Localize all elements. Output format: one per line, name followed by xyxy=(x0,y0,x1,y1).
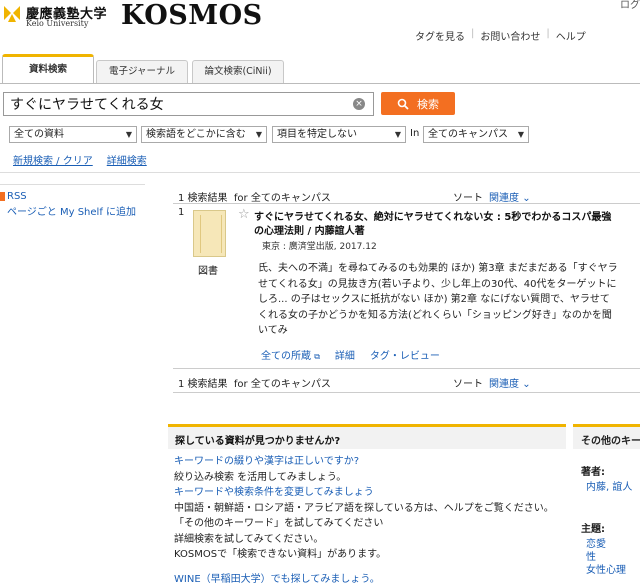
all-holdings-link[interactable]: 全ての所蔵 ⧉ xyxy=(261,347,320,362)
new-search-clear-link[interactable]: 新規検索 / クリア xyxy=(13,152,93,167)
other-keywords-heading: その他のキーワード xyxy=(573,427,640,449)
material-type-select[interactable]: 全ての資料 ▼ xyxy=(9,126,137,143)
contact-link[interactable]: お問い合わせ xyxy=(480,28,540,43)
rss-icon xyxy=(0,191,5,201)
help-other-keywords-text: 「その他のキーワード」を試してみてください xyxy=(174,518,384,529)
field-value: 項目を特定しない xyxy=(277,129,357,140)
result-actions: 全ての所蔵 ⧉ 詳細 タグ・レビュー xyxy=(261,347,440,362)
left-divider xyxy=(0,184,145,185)
results-summary: 1 検索結果 for 全てのキャンパス xyxy=(178,189,331,204)
sort-value-text: 関連度 xyxy=(489,379,519,390)
separator: | xyxy=(471,28,475,39)
help-wine-link[interactable]: WINE（早稲田大学）でも探してみましょう。 xyxy=(174,572,564,584)
details-link[interactable]: 詳細 xyxy=(335,347,355,362)
result-number: 1 xyxy=(178,207,185,218)
match-type-select[interactable]: 検索語をどこかに含む ▼ xyxy=(141,126,267,143)
login-link[interactable]: ログ xyxy=(620,0,640,11)
chevron-down-icon: ▼ xyxy=(125,130,132,139)
result-publisher: 東京 : 廣済堂出版, 2017.12 xyxy=(262,242,377,252)
separator: | xyxy=(546,28,550,39)
external-link-icon: ⧉ xyxy=(314,352,320,361)
view-tags-link[interactable]: タグを見る xyxy=(415,28,465,43)
search-input[interactable]: すぐにヤラせてくれる女 × xyxy=(3,92,374,116)
rss-label: RSS xyxy=(7,191,27,202)
author-keyword-link[interactable]: 内藤, 誼人 xyxy=(586,478,632,493)
help-advanced-search-text[interactable]: 詳細検索を試してみてください。 xyxy=(174,532,564,548)
help-refine-text[interactable]: 絞り込み検索 を活用してみましょう。 xyxy=(174,470,564,486)
search-button[interactable]: 検索 xyxy=(381,92,455,115)
result-scope: for 全てのキャンパス xyxy=(233,379,331,390)
chevron-down-icon: ▼ xyxy=(394,130,401,139)
result-type-label: 図書 xyxy=(198,266,218,277)
book-cover-icon[interactable] xyxy=(193,210,226,257)
campus-select[interactable]: 全てのキャンパス ▼ xyxy=(423,126,529,143)
help-languages-text[interactable]: 中国語・朝鮮語・ロシア語・アラビア語を探している方は、ヘルプをご覧ください。 xyxy=(174,501,564,517)
search-icon xyxy=(397,98,409,110)
result-title-link[interactable]: すぐにヤラせてくれる女、絶対にヤラせてくれない女 : 5秒でわかるコスパ最強の心… xyxy=(254,211,619,239)
help-link[interactable]: ヘルプ xyxy=(556,28,586,43)
results-divider xyxy=(173,203,640,204)
help-spelling-link[interactable]: キーワードの綴りや漢字は正しいですか? xyxy=(174,454,564,470)
tab-divider xyxy=(0,83,640,84)
tab-e-journals[interactable]: 電子ジャーナル xyxy=(96,60,188,84)
keio-pen-logo-icon xyxy=(4,6,20,22)
sort-control-bottom[interactable]: ソート 関連度 ⌄ xyxy=(453,375,531,390)
tags-reviews-link[interactable]: タグ・レビュー xyxy=(370,347,440,362)
help-unsearchable-text[interactable]: KOSMOSで「検索できない資料」があります。 xyxy=(174,547,564,563)
search-query-text: すぐにヤラせてくれる女 xyxy=(10,97,164,113)
logo-kosmos[interactable]: KOSMOS xyxy=(121,0,263,31)
chevron-down-icon: ▼ xyxy=(517,130,524,139)
help-body: キーワードの綴りや漢字は正しいですか? 絞り込み検索 を活用してみましょう。 キ… xyxy=(174,454,564,584)
result-snippet: 氏、夫への不満」を尋ねてみるのも効果的 ほか) 第3章 まだまだある「すぐヤラせ… xyxy=(258,263,618,336)
left-panel: RSS ページごと My Shelf に追加 xyxy=(0,189,136,221)
search-button-label: 検索 xyxy=(417,97,439,111)
chevron-down-icon: ⌄ xyxy=(522,379,531,390)
subject-keyword-link[interactable]: 女性心理 xyxy=(586,561,626,576)
match-type-value: 検索語をどこかに含む xyxy=(146,129,246,140)
chevron-down-icon: ▼ xyxy=(255,130,262,139)
subject-label: 主題: xyxy=(581,524,605,535)
tab-cinii[interactable]: 論文検索(CiNii) xyxy=(192,60,284,84)
advanced-search-link[interactable]: 詳細検索 xyxy=(107,152,147,167)
logo-university-name-en: Keio University xyxy=(26,19,89,28)
help-panel: 探している資料が見つかりませんか? キーワードの綴りや漢字は正しいですか? 絞り… xyxy=(168,424,566,584)
clear-icon[interactable]: × xyxy=(353,98,365,110)
field-select[interactable]: 項目を特定しない ▼ xyxy=(272,126,406,143)
campus-value: 全てのキャンパス xyxy=(428,129,508,140)
sort-control[interactable]: ソート 関連度 ⌄ xyxy=(453,189,531,204)
search-sub-links: 新規検索 / クリア 詳細検索 xyxy=(13,152,147,167)
utility-nav: タグを見る | お問い合わせ | ヘルプ xyxy=(415,28,586,43)
star-icon[interactable]: ☆ xyxy=(238,207,250,222)
help-change-keywords-link[interactable]: キーワードや検索条件を変更してみましょう xyxy=(174,485,564,501)
results-divider xyxy=(173,392,640,393)
tab-resource-search[interactable]: 資料検索 xyxy=(2,54,94,84)
search-tabs: 資料検索 電子ジャーナル 論文検索(CiNii) xyxy=(0,54,640,84)
divider xyxy=(0,172,640,173)
add-page-myshelf-link[interactable]: ページごと My Shelf に追加 xyxy=(0,205,136,221)
sort-value[interactable]: 関連度 ⌄ xyxy=(489,379,531,390)
result-count: 1 検索結果 xyxy=(178,379,228,390)
results-summary-bottom: 1 検索結果 for 全てのキャンパス xyxy=(178,375,331,390)
sort-label: ソート xyxy=(453,379,483,390)
results-divider xyxy=(173,368,640,369)
material-type-value: 全ての資料 xyxy=(14,129,64,140)
other-keywords-panel: その他のキーワード 著者: 内藤, 誼人 主題: 恋愛 性 女性心理 xyxy=(573,424,640,584)
rss-link[interactable]: RSS xyxy=(0,189,136,205)
all-holdings-label: 全ての所蔵 xyxy=(261,351,311,362)
help-heading: 探している資料が見つかりませんか? xyxy=(168,427,566,449)
in-label: In xyxy=(410,128,420,139)
author-label: 著者: xyxy=(581,467,605,478)
